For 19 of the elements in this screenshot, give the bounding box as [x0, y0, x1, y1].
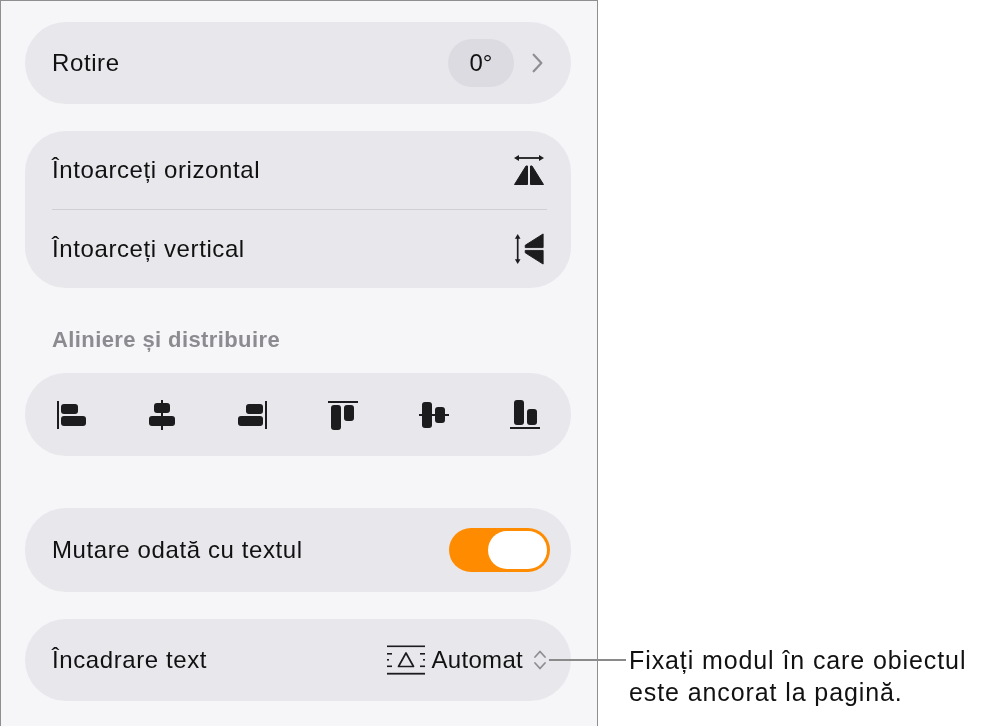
- toggle-switch[interactable]: [449, 528, 550, 572]
- section-heading: Aliniere și distribuire: [51, 327, 282, 353]
- text-wrap-popup-button[interactable]: Automat: [385, 645, 547, 675]
- move-with-text-label: Mutare odată cu textul: [52, 536, 303, 564]
- flip-horizontal-icon: [513, 153, 545, 186]
- flip-button[interactable]: Întoarceți orizontal: [52, 131, 547, 209]
- text-wrap-icon: [385, 645, 426, 675]
- up-down-chevron-icon: [533, 649, 547, 671]
- align-top-icon[interactable]: [327, 398, 360, 431]
- callout-text: Fixați modul în care obiectul este ancorat la pagină.: [629, 645, 967, 708]
- text-wrap-label: Încadrare text: [52, 646, 208, 674]
- rotation-value-button[interactable]: 0°: [448, 39, 514, 87]
- align-bottom-icon[interactable]: [509, 398, 541, 431]
- chevron-right-icon[interactable]: [532, 53, 543, 73]
- flip-button[interactable]: Întoarceți vertical: [52, 210, 547, 288]
- rotation-label: Rotire: [52, 49, 120, 77]
- align-right-icon[interactable]: [236, 398, 269, 431]
- flip-vertical-icon: [513, 233, 545, 266]
- align-left-icon[interactable]: [55, 398, 87, 431]
